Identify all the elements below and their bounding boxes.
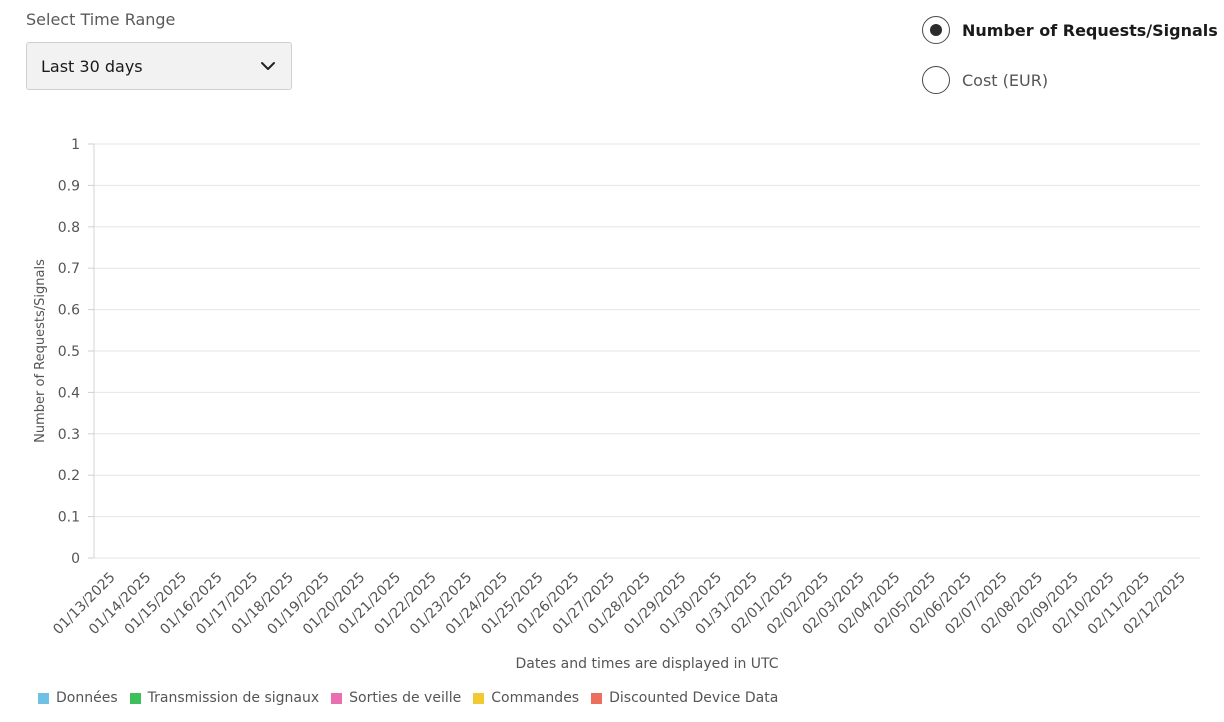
- radio-label-cost: Cost (EUR): [962, 70, 1049, 90]
- legend-label: Sorties de veille: [349, 690, 462, 706]
- legend-swatch: [591, 692, 603, 704]
- legend-item[interactable]: Sorties de veille: [331, 690, 461, 706]
- chart-legend: Données Transmission de signaux Sorties de…: [38, 690, 790, 706]
- y-tick-label: 0.4: [58, 385, 80, 401]
- y-tick-label: 0.3: [58, 427, 80, 443]
- radio-selected-icon[interactable]: [922, 16, 950, 44]
- legend-item[interactable]: Discounted Device Data: [591, 690, 778, 706]
- utc-note: Dates and times are displayed in UTC: [515, 656, 779, 672]
- y-tick-label: 0.8: [58, 220, 80, 236]
- time-range-select[interactable]: Last 30 days: [26, 42, 292, 90]
- y-tick-label: 0.2: [58, 468, 80, 484]
- legend-label: Discounted Device Data: [609, 690, 779, 706]
- legend-swatch: [331, 692, 343, 704]
- legend-label: Commandes: [491, 690, 580, 706]
- radio-option-cost[interactable]: Cost (EUR): [922, 64, 1218, 96]
- legend-swatch: [38, 692, 49, 704]
- y-tick-label: 1: [71, 137, 80, 153]
- legend-label: Données: [56, 690, 118, 706]
- metric-radio-group: Number of Requests/Signals Cost (EUR): [922, 14, 1218, 114]
- legend-swatch: [129, 692, 141, 704]
- radio-option-requests[interactable]: Number of Requests/Signals: [922, 14, 1218, 46]
- y-axis-title: Number of Requests/Signals: [33, 259, 48, 443]
- usage-chart: 0 0.1 0.2 0.3 0.4 0.5 0.6 0.7 0.8 0.9 1 Number of R…: [33, 137, 1200, 638]
- time-range-label: Select Time Range: [26, 10, 176, 29]
- legend-item[interactable]: Commandes: [473, 690, 579, 706]
- time-range-value: Last 30 days: [41, 56, 143, 76]
- legend-label: Transmission de signaux: [147, 690, 320, 706]
- radio-unselected-icon[interactable]: [922, 66, 950, 94]
- legend-swatch: [473, 692, 485, 704]
- y-tick-label: 0.1: [58, 510, 80, 526]
- y-tick-label: 0.9: [58, 178, 80, 194]
- chevron-down-icon: [261, 62, 275, 70]
- y-tick-label: 0.6: [58, 303, 80, 319]
- legend-item[interactable]: Transmission de signaux: [129, 690, 320, 706]
- y-tick-label: 0.7: [58, 261, 80, 277]
- radio-label-requests: Number of Requests/Signals: [962, 20, 1218, 40]
- y-tick-label: 0: [71, 551, 80, 567]
- y-tick-label: 0.5: [58, 344, 80, 360]
- legend-item[interactable]: Données: [38, 690, 118, 706]
